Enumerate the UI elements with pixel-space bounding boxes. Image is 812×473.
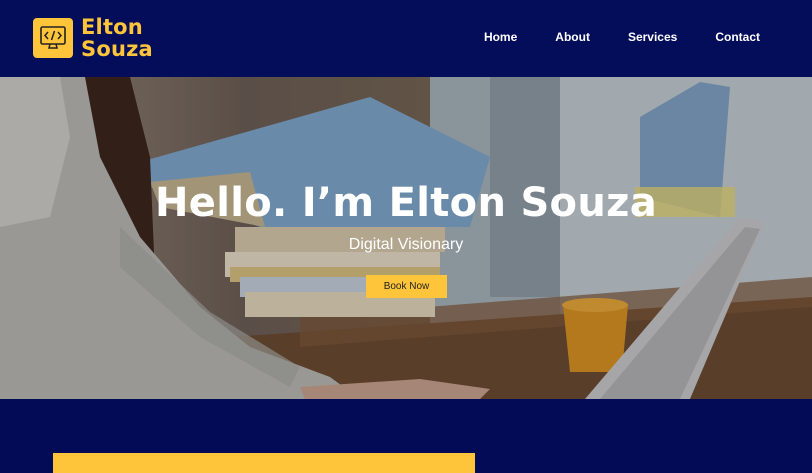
main-nav: Home About Services Contact: [446, 30, 760, 44]
code-monitor-icon: [33, 18, 73, 58]
hero-title: Hello. I’m Elton Souza: [155, 180, 657, 226]
brand-name: Elton Souza: [81, 16, 153, 60]
nav-about[interactable]: About: [555, 30, 590, 44]
content-card: [53, 453, 475, 473]
hero-section: Hello. I’m Elton Souza Digital Visionary…: [0, 77, 812, 399]
book-now-button[interactable]: Book Now: [366, 275, 447, 298]
brand-name-line1: Elton: [81, 15, 143, 39]
nav-home[interactable]: Home: [484, 30, 517, 44]
hero-subtitle: Digital Visionary: [348, 236, 464, 253]
page: Elton Souza Home About Services Contact: [0, 0, 812, 473]
nav-services[interactable]: Services: [628, 30, 677, 44]
site-logo[interactable]: Elton Souza: [33, 16, 153, 60]
nav-contact[interactable]: Contact: [715, 30, 760, 44]
site-header: Elton Souza Home About Services Contact: [0, 0, 812, 77]
brand-name-line2: Souza: [81, 37, 153, 61]
